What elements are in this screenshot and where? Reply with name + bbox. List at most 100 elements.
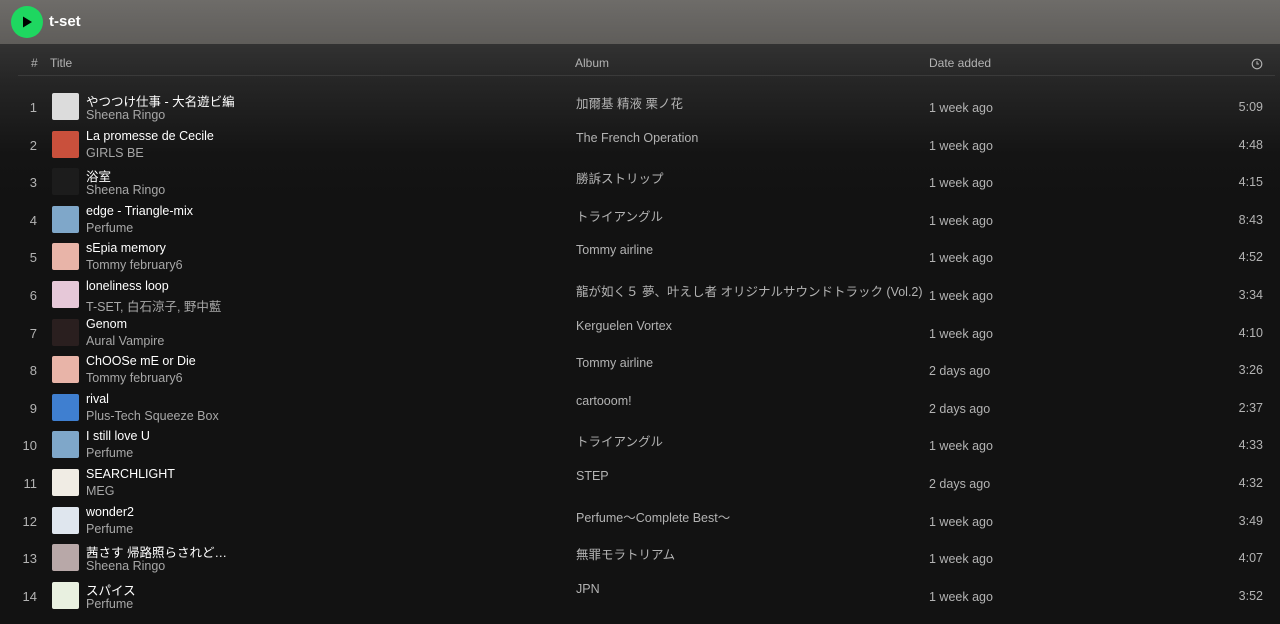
track-date-added: 2 days ago <box>929 364 991 379</box>
track-row[interactable]: 10 I still love U Perfume トライアングル 1 week ago… <box>0 426 1280 464</box>
track-date-added: 1 week ago <box>929 552 993 567</box>
track-album[interactable]: 勝訴ストリップ <box>576 168 664 187</box>
track-title[interactable]: wonder2 <box>86 505 134 519</box>
tracklist: # Title Album Date added 1 やつつけ仕事 - 大名遊ビ編… <box>0 44 1280 624</box>
album-cover <box>52 243 79 271</box>
track-artist[interactable]: Plus-Tech Squeeze Box <box>86 409 219 423</box>
track-duration: 4:32 <box>1238 475 1263 490</box>
track-title[interactable]: I still love U <box>86 429 150 443</box>
header-album[interactable]: Album <box>575 56 609 70</box>
album-cover <box>52 130 79 158</box>
track-artist[interactable]: T-SET, 白石涼子, 野中藍 <box>86 296 221 315</box>
track-duration: 3:34 <box>1238 287 1263 302</box>
track-artist[interactable]: GIRLS BE <box>86 146 144 160</box>
track-artist[interactable]: Perfume <box>86 597 133 611</box>
tracklist-header: # Title Album Date added <box>18 44 1275 76</box>
track-album[interactable]: STEP <box>576 469 609 483</box>
clock-icon[interactable] <box>1251 58 1263 73</box>
track-number: 9 <box>29 400 37 416</box>
album-cover <box>52 93 79 120</box>
track-row[interactable]: 4 edge - Triangle-mix Perfume トライアングル 1 week… <box>0 201 1280 239</box>
track-album[interactable]: トライアングル <box>576 206 663 225</box>
track-album[interactable]: Kerguelen Vortex <box>576 319 672 333</box>
album-cover <box>52 393 79 421</box>
track-number: 14 <box>22 588 37 604</box>
track-album[interactable]: 加爾基 精液 栗ノ花 <box>576 93 683 112</box>
track-row[interactable]: 11 SEARCHLIGHT MEG STEP 2 days ago 4:32 <box>0 464 1280 502</box>
header-date-added[interactable]: Date added <box>929 56 991 70</box>
track-duration: 4:52 <box>1238 250 1263 265</box>
track-date-added: 1 week ago <box>929 251 993 266</box>
track-album[interactable]: 龍が如く５ 夢、叶えし者 オリジナルサウンドトラック (Vol.2) <box>576 281 923 300</box>
track-number: 10 <box>22 438 37 454</box>
track-number: 12 <box>22 513 37 529</box>
track-number: 1 <box>29 100 37 115</box>
track-duration: 2:37 <box>1238 400 1263 415</box>
track-duration: 4:48 <box>1238 137 1263 152</box>
track-title[interactable]: sEpia memory <box>86 241 166 255</box>
track-album[interactable]: The French Operation <box>576 131 698 145</box>
track-row[interactable]: 1 やつつけ仕事 - 大名遊ビ編 Sheena Ringo 加爾基 精液 栗ノ花 1 w… <box>0 88 1280 126</box>
track-album[interactable]: Tommy airline <box>576 356 653 370</box>
album-cover <box>52 205 79 233</box>
track-duration: 3:52 <box>1238 588 1263 603</box>
track-row[interactable]: 12 wonder2 Perfume Perfume〜Complete Best〜 1 … <box>0 502 1280 540</box>
track-album[interactable]: Tommy airline <box>576 243 653 257</box>
track-album[interactable]: Perfume〜Complete Best〜 <box>576 507 730 526</box>
track-album[interactable]: トライアングル <box>576 431 663 450</box>
track-row[interactable]: 3 浴室 Sheena Ringo 勝訴ストリップ 1 week ago 4:15 <box>0 163 1280 201</box>
track-date-added: 1 week ago <box>929 176 993 191</box>
track-artist[interactable]: Aural Vampire <box>86 334 164 348</box>
track-number: 6 <box>29 287 37 303</box>
album-cover <box>52 168 79 196</box>
track-artist[interactable]: Tommy february6 <box>86 258 183 272</box>
track-row[interactable]: 7 Genom Aural Vampire Kerguelen Vortex 1 wee… <box>0 314 1280 352</box>
track-artist[interactable]: Sheena Ringo <box>86 108 165 122</box>
track-title[interactable]: loneliness loop <box>86 279 169 293</box>
track-date-added: 1 week ago <box>929 138 993 153</box>
album-cover <box>52 544 79 572</box>
track-row[interactable]: 8 ChOOSe mE or Die Tommy february6 Tommy ai… <box>0 351 1280 389</box>
album-cover <box>52 506 79 534</box>
track-album[interactable]: JPN <box>576 582 600 596</box>
track-artist[interactable]: MEG <box>86 484 114 498</box>
track-title[interactable]: Genom <box>86 317 127 331</box>
track-date-added: 1 week ago <box>929 288 993 303</box>
track-date-added: 1 week ago <box>929 439 993 454</box>
track-row[interactable]: 9 rival Plus-Tech Squeeze Box cartooom! 2 da… <box>0 389 1280 427</box>
track-artist[interactable]: Perfume <box>86 221 133 235</box>
play-button[interactable] <box>11 6 43 38</box>
track-row[interactable]: 6 loneliness loop T-SET, 白石涼子, 野中藍 龍が如く５ 夢、… <box>0 276 1280 314</box>
track-date-added: 2 days ago <box>929 401 991 416</box>
playlist-title: t-set <box>49 13 81 30</box>
track-title[interactable]: La promesse de Cecile <box>86 129 214 143</box>
track-row[interactable]: 14 スパイス Perfume JPN 1 week ago 3:52 <box>0 577 1280 615</box>
header-title[interactable]: Title <box>50 56 72 70</box>
header-number: # <box>31 56 38 70</box>
track-row[interactable]: 13 茜さす 帰路照らされど… Sheena Ringo 無罪モラトリアム 1 week… <box>0 539 1280 577</box>
track-album[interactable]: 無罪モラトリアム <box>576 544 675 563</box>
album-cover <box>52 318 79 346</box>
track-duration: 4:10 <box>1238 325 1263 340</box>
track-title[interactable]: rival <box>86 392 109 406</box>
album-cover <box>52 581 79 609</box>
track-date-added: 2 days ago <box>929 476 991 491</box>
track-artist[interactable]: Sheena Ringo <box>86 183 165 197</box>
track-artist[interactable]: Sheena Ringo <box>86 559 165 573</box>
track-number: 8 <box>29 363 37 379</box>
track-number: 4 <box>29 212 37 228</box>
track-duration: 4:33 <box>1238 438 1263 453</box>
track-row[interactable]: 2 La promesse de Cecile GIRLS BE The French… <box>0 126 1280 164</box>
track-date-added: 1 week ago <box>929 101 993 115</box>
track-number: 3 <box>29 175 37 191</box>
track-title[interactable]: edge - Triangle-mix <box>86 204 193 218</box>
track-number: 13 <box>22 551 37 567</box>
track-artist[interactable]: Perfume <box>86 446 133 460</box>
track-artist[interactable]: Perfume <box>86 522 133 536</box>
track-artist[interactable]: Tommy february6 <box>86 371 183 385</box>
album-cover <box>52 356 79 384</box>
track-row[interactable]: 5 sEpia memory Tommy february6 Tommy airlin… <box>0 238 1280 276</box>
track-album[interactable]: cartooom! <box>576 394 632 408</box>
track-title[interactable]: ChOOSe mE or Die <box>86 354 196 368</box>
track-title[interactable]: SEARCHLIGHT <box>86 467 175 481</box>
